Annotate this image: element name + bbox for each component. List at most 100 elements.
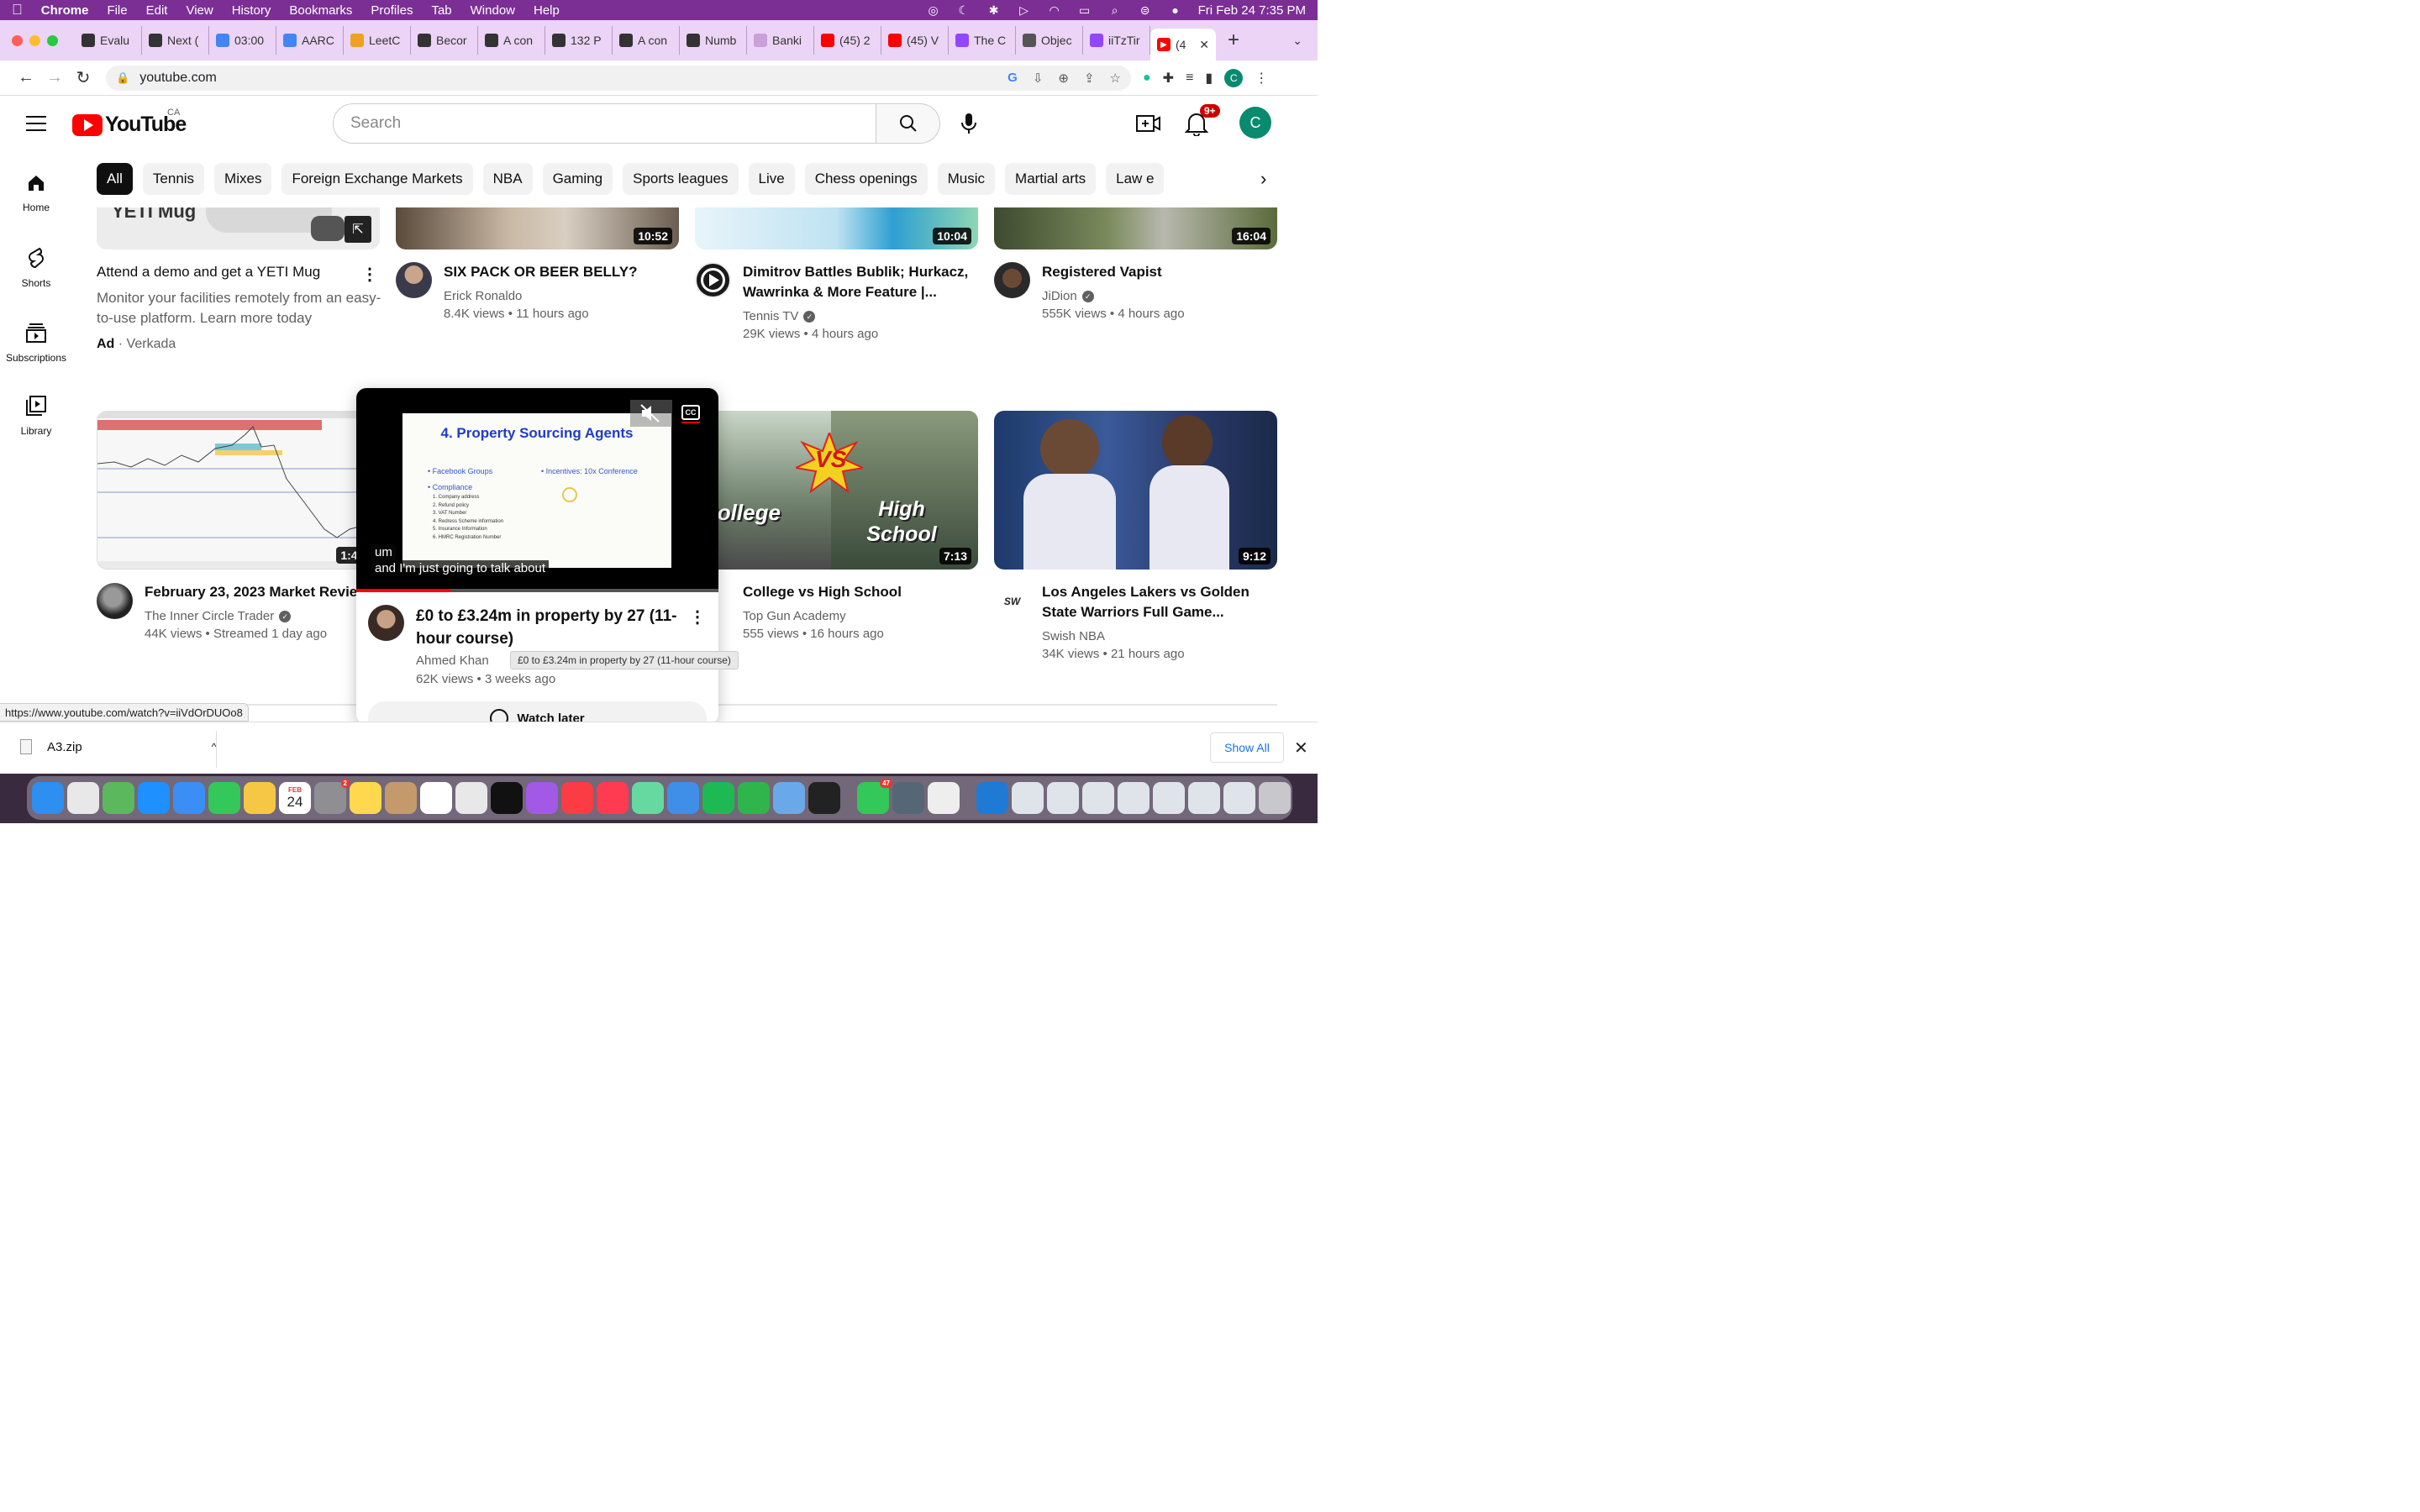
preview-icon[interactable] bbox=[773, 782, 805, 814]
menu-chrome[interactable]: Chrome bbox=[41, 3, 89, 18]
menu-help[interactable]: Help bbox=[534, 3, 560, 18]
mute-button[interactable] bbox=[630, 400, 672, 427]
chip-foreign-exchange-markets[interactable]: Foreign Exchange Markets bbox=[281, 163, 473, 195]
chip-law-e[interactable]: Law e bbox=[1106, 163, 1165, 195]
zoom-icon[interactable]: ⊕ bbox=[1058, 71, 1069, 86]
extensions-puzzle-icon[interactable]: ✚ bbox=[1163, 70, 1174, 87]
podcasts-icon[interactable] bbox=[526, 782, 558, 814]
youtube-logo[interactable]: YouTube CA bbox=[72, 108, 187, 137]
close-tab-icon[interactable]: ✕ bbox=[1199, 38, 1209, 52]
tab-item[interactable]: iiTzTir bbox=[1083, 26, 1150, 55]
contacts-icon[interactable] bbox=[385, 782, 417, 814]
video-preview-popup[interactable]: 4. Property Sourcing Agents • Facebook G… bbox=[356, 388, 718, 724]
menubar-datetime[interactable]: Fri Feb 24 7:35 PM bbox=[1198, 3, 1306, 18]
install-app-icon[interactable]: ⇩ bbox=[1033, 71, 1044, 86]
airdrop-icon[interactable]: ◎ bbox=[926, 3, 941, 17]
minimize-window-button[interactable] bbox=[29, 34, 40, 46]
new-tab-button[interactable]: + bbox=[1228, 29, 1239, 52]
video-thumbnail[interactable]: 10:52 bbox=[396, 207, 679, 249]
search-input[interactable]: Search bbox=[333, 103, 876, 144]
tab-item[interactable]: (45) 2 bbox=[814, 26, 881, 55]
menu-window[interactable]: Window bbox=[471, 3, 515, 18]
inline-video-player[interactable]: 4. Property Sourcing Agents • Facebook G… bbox=[356, 388, 718, 592]
chip-all[interactable]: All bbox=[97, 163, 133, 195]
channel-avatar[interactable] bbox=[368, 605, 404, 641]
safari-icon[interactable] bbox=[138, 782, 170, 814]
more-actions-icon[interactable]: ⋮ bbox=[361, 264, 378, 285]
vscode-icon[interactable] bbox=[976, 782, 1008, 814]
close-downloads-icon[interactable]: ✕ bbox=[1294, 738, 1308, 759]
menu-tab[interactable]: Tab bbox=[431, 3, 451, 18]
tab-item[interactable]: Numb bbox=[680, 26, 747, 55]
tab-search-chevron-icon[interactable]: ⌄ bbox=[1292, 34, 1302, 48]
chips-next-chevron-icon[interactable]: › bbox=[1260, 168, 1266, 190]
notifications-button[interactable]: 9+ bbox=[1184, 104, 1220, 137]
chip-live[interactable]: Live bbox=[748, 163, 795, 195]
tab-item[interactable]: Objec bbox=[1016, 26, 1083, 55]
tab-item[interactable]: Banki bbox=[747, 26, 814, 55]
channel-avatar[interactable]: SW bbox=[994, 583, 1030, 619]
minimized-window-thumbnail[interactable] bbox=[1012, 782, 1044, 814]
sidebar-item-subscriptions[interactable]: Subscriptions bbox=[0, 322, 72, 364]
textedit-icon[interactable] bbox=[928, 782, 960, 814]
ad-title[interactable]: Attend a demo and get a YETI Mug bbox=[97, 262, 349, 282]
notes-icon[interactable] bbox=[350, 782, 381, 814]
chip-gaming[interactable]: Gaming bbox=[542, 163, 613, 195]
sidebar-item-library[interactable]: Library bbox=[0, 395, 72, 437]
tab-active-youtube[interactable]: ▶ (4 ✕ bbox=[1150, 29, 1216, 60]
channel-name[interactable]: Swish NBA bbox=[1042, 627, 1105, 646]
channel-name[interactable]: The Inner Circle Trader ✓ bbox=[145, 607, 292, 626]
battery-icon[interactable]: ▭ bbox=[1077, 3, 1092, 17]
tab-item[interactable]: The C bbox=[949, 26, 1016, 55]
tab-item[interactable]: Evalu bbox=[75, 26, 142, 55]
focus-moon-icon[interactable]: ☾ bbox=[956, 3, 971, 17]
ad-thumbnail[interactable]: YETI Mug ⇱ bbox=[97, 207, 380, 249]
calendar-icon[interactable]: FEB 24 bbox=[279, 782, 311, 814]
spotlight-search-icon[interactable]: ⌕ bbox=[1107, 3, 1123, 17]
keynote-icon[interactable] bbox=[667, 782, 699, 814]
channel-avatar[interactable] bbox=[695, 262, 731, 298]
video-thumbnail[interactable]: 9:12 bbox=[994, 411, 1277, 570]
mail-icon[interactable] bbox=[173, 782, 205, 814]
channel-name[interactable]: Top Gun Academy bbox=[743, 607, 846, 626]
media-controls-icon[interactable]: ≡ bbox=[1186, 71, 1193, 86]
forward-button[interactable]: → bbox=[40, 68, 69, 87]
guide-menu-icon[interactable] bbox=[26, 116, 46, 131]
siri-icon[interactable]: ● bbox=[1168, 3, 1183, 17]
download-item[interactable]: A3.zip ^ bbox=[20, 739, 216, 754]
grammarly-extension-icon[interactable]: ● bbox=[1143, 71, 1151, 86]
tab-item[interactable]: 132 P bbox=[545, 26, 613, 55]
maps-icon[interactable] bbox=[103, 782, 134, 814]
back-button[interactable]: ← bbox=[12, 68, 40, 87]
menu-profiles[interactable]: Profiles bbox=[371, 3, 413, 18]
video-progress-bar[interactable] bbox=[356, 589, 718, 592]
music-icon[interactable] bbox=[561, 782, 593, 814]
show-all-downloads-button[interactable]: Show All bbox=[1210, 732, 1284, 763]
chrome-menu-icon[interactable]: ⋮ bbox=[1255, 70, 1268, 87]
share-icon[interactable]: ⇪ bbox=[1084, 71, 1095, 86]
wifi-icon[interactable]: ◠ bbox=[1047, 3, 1062, 17]
video-thumbnail[interactable]: VS College High School 7:13 bbox=[695, 411, 978, 570]
minimized-window-thumbnail[interactable] bbox=[1188, 782, 1220, 814]
reload-button[interactable]: ↻ bbox=[69, 67, 97, 88]
appletv-icon[interactable] bbox=[491, 782, 523, 814]
chip-tennis[interactable]: Tennis bbox=[142, 163, 205, 195]
advertiser-name[interactable]: Verkada bbox=[127, 337, 176, 351]
video-title[interactable]: Dimitrov Battles Bublik; Hurkacz, Wawrin… bbox=[743, 262, 970, 302]
close-window-button[interactable] bbox=[12, 34, 23, 46]
channel-name[interactable]: Ahmed Khan bbox=[416, 652, 489, 670]
channel-avatar[interactable] bbox=[97, 583, 133, 619]
video-thumbnail[interactable]: 10:04 bbox=[695, 207, 978, 249]
chip-chess-openings[interactable]: Chess openings bbox=[804, 163, 928, 195]
menu-file[interactable]: File bbox=[107, 3, 127, 18]
photos-icon[interactable] bbox=[244, 782, 276, 814]
external-link-icon[interactable]: ⇱ bbox=[345, 216, 371, 243]
chip-nba[interactable]: NBA bbox=[482, 163, 533, 195]
tab-item[interactable]: AARC bbox=[276, 26, 344, 55]
messages-icon[interactable]: 47 bbox=[857, 779, 892, 814]
lock-icon[interactable]: 🔒 bbox=[116, 71, 129, 85]
tab-item[interactable]: A con bbox=[613, 26, 680, 55]
channel-avatar[interactable] bbox=[396, 262, 432, 298]
account-avatar[interactable]: C bbox=[1239, 107, 1271, 139]
minimized-window-thumbnail[interactable] bbox=[1118, 782, 1150, 814]
